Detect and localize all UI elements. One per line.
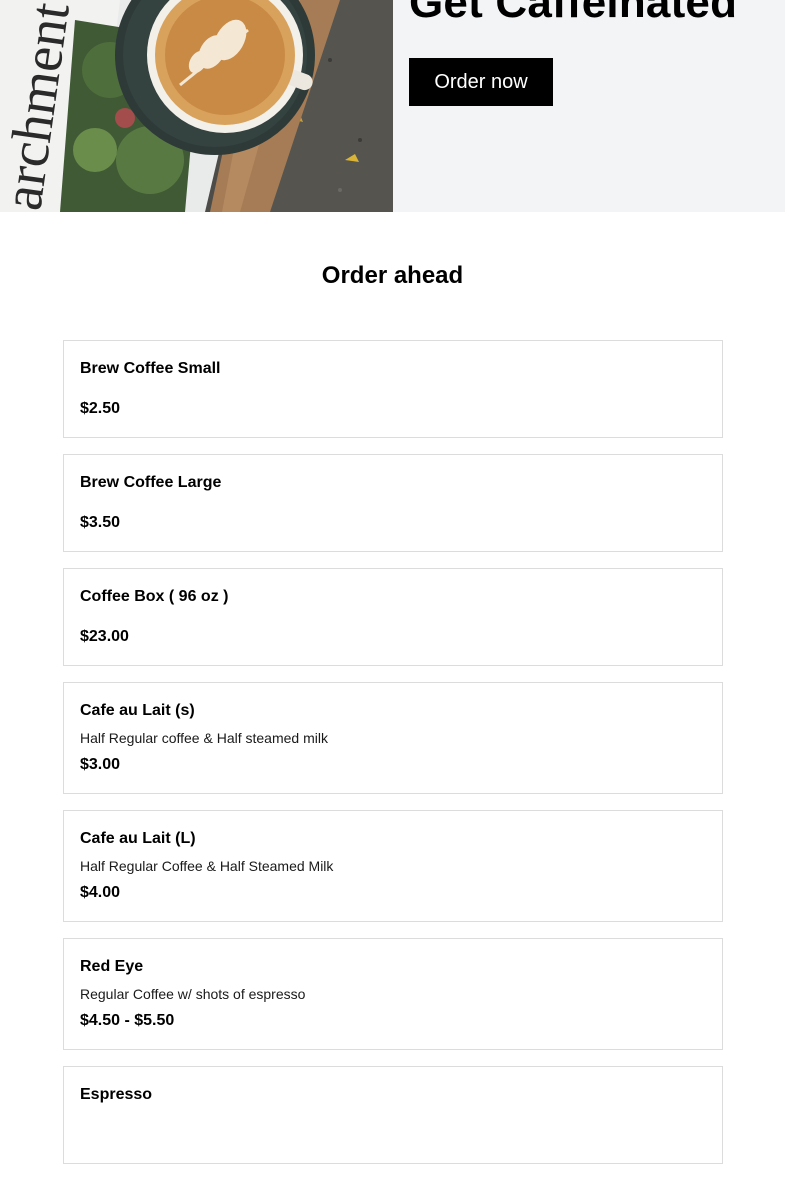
menu-item-card[interactable]: Coffee Box ( 96 oz ) $23.00 [63, 568, 723, 666]
menu-item-card[interactable]: Brew Coffee Small $2.50 [63, 340, 723, 438]
order-now-button[interactable]: Order now [409, 58, 553, 106]
menu-item-price: $2.50 [80, 400, 121, 417]
hero-panel: Get Caffeinated Order now [393, 0, 785, 212]
hero-title: Get Caffeinated [409, 0, 738, 27]
menu-item-card[interactable]: Cafe au Lait (s) Half Regular coffee & H… [63, 682, 723, 794]
menu-item-card[interactable]: Red Eye Regular Coffee w/ shots of espre… [63, 938, 723, 1050]
menu-item-price: $3.00 [80, 756, 121, 773]
menu-item-name: Coffee Box ( 96 oz ) [80, 588, 229, 605]
menu-item-description: Half Regular Coffee & Half Steamed Milk [80, 858, 334, 874]
menu-item-price: $4.00 [80, 884, 121, 901]
menu-item-name: Brew Coffee Small [80, 360, 221, 377]
coffee-cup-image: archment [0, 0, 393, 212]
menu-list: Brew Coffee Small $2.50 Brew Coffee Larg… [63, 340, 723, 1180]
menu-item-card[interactable]: Cafe au Lait (L) Half Regular Coffee & H… [63, 810, 723, 922]
menu-item-price: $23.00 [80, 628, 129, 645]
hero-banner: archment Get Caffeinated Order now [0, 0, 785, 212]
menu-item-name: Red Eye [80, 958, 144, 975]
coffee-hero-image: archment [0, 0, 393, 212]
menu-item-price: $3.50 [80, 514, 121, 531]
menu-item-name: Brew Coffee Large [80, 474, 222, 491]
menu-item-description: Regular Coffee w/ shots of espresso [80, 986, 306, 1002]
menu-item-price: $4.50 - $5.50 [80, 1012, 175, 1029]
menu-item-description: Half Regular coffee & Half steamed milk [80, 730, 328, 746]
order-ahead-heading: Order ahead [321, 262, 464, 289]
menu-item-name: Cafe au Lait (L) [80, 830, 196, 847]
menu-item-name: Espresso [80, 1086, 153, 1103]
menu-item-card[interactable]: Brew Coffee Large $3.50 [63, 454, 723, 552]
menu-item-name: Cafe au Lait (s) [80, 702, 195, 719]
menu-item-card[interactable]: Espresso [63, 1066, 723, 1164]
